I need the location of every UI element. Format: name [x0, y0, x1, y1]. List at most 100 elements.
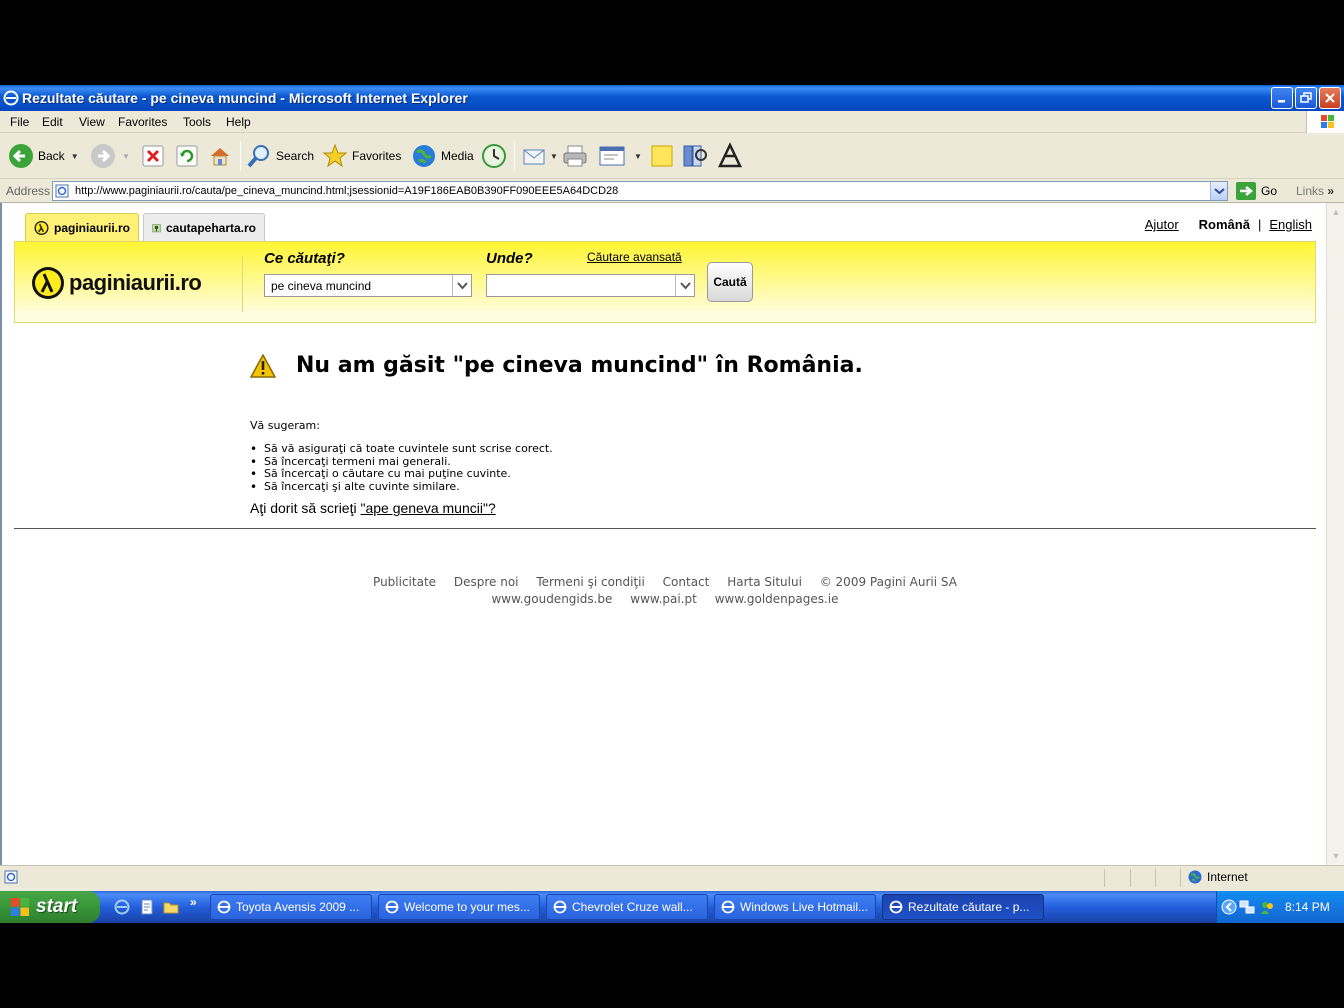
print-button[interactable]: [562, 141, 588, 171]
network-icon[interactable]: [1239, 899, 1255, 915]
logo-text: paginiaurii.ro: [69, 270, 202, 295]
where-dropdown[interactable]: [675, 275, 694, 296]
footer-link-harta[interactable]: Harta Sitului: [727, 575, 802, 589]
no-results-heading: Nu am găsit "pe cineva muncind" în Român…: [250, 353, 863, 378]
windows-logo: [1306, 111, 1344, 133]
yellow-pages-icon: [34, 220, 49, 236]
help-link[interactable]: Ajutor: [1145, 217, 1179, 232]
status-separator: [1104, 869, 1105, 887]
what-label: Ce căutaţi?: [264, 250, 345, 267]
windows-flag-icon: [11, 898, 29, 916]
what-value: pe cineva muncind: [271, 279, 372, 293]
forward-button[interactable]: ▼: [90, 141, 130, 171]
home-icon: [211, 148, 229, 166]
where-input[interactable]: [486, 274, 695, 297]
clock: 8:14 PM: [1285, 900, 1330, 914]
search-icon: [247, 145, 269, 168]
quicklaunch-more-icon[interactable]: »: [190, 895, 206, 911]
address-dropdown[interactable]: [1210, 182, 1227, 200]
footer-link-pai[interactable]: www.pai.pt: [630, 592, 697, 606]
stop-icon: [142, 145, 164, 167]
history-icon: [482, 144, 506, 168]
advanced-search-link[interactable]: Căutare avansată: [587, 250, 682, 264]
what-input[interactable]: pe cineva muncind: [264, 274, 472, 297]
menu-file[interactable]: File: [10, 115, 29, 129]
taskbar-item[interactable]: Chevrolet Cruze wall...: [546, 894, 708, 920]
notes-button[interactable]: [650, 141, 674, 171]
what-dropdown[interactable]: [452, 275, 471, 296]
toolbar: Back ▼ ▼ Search Favorites Media ▼ ▼: [0, 133, 1344, 179]
ie-icon: [3, 90, 19, 106]
walking-fingers-logo-icon: [32, 267, 64, 299]
links-toolbar[interactable]: Links »: [1296, 184, 1334, 198]
go-button[interactable]: Go: [1236, 182, 1277, 200]
taskbar-item[interactable]: Welcome to your mes...: [378, 894, 540, 920]
search-button[interactable]: Search: [246, 141, 314, 171]
footer-link-goudengids[interactable]: www.goudengids.be: [491, 592, 612, 606]
start-button[interactable]: start: [0, 891, 100, 923]
quicklaunch-folder-icon[interactable]: [163, 899, 179, 915]
tab-paginiaurii[interactable]: paginiaurii.ro: [25, 213, 139, 242]
edit-dropdown-icon[interactable]: ▼: [634, 152, 642, 161]
tab-cautapeharta[interactable]: cautapeharta.ro: [143, 213, 265, 242]
content-divider: [14, 528, 1316, 529]
vertical-scrollbar[interactable]: ▲ ▼: [1326, 203, 1344, 865]
site-logo[interactable]: paginiaurii.ro: [31, 266, 202, 300]
mail-button[interactable]: ▼: [522, 141, 558, 171]
language-english-link[interactable]: English: [1269, 217, 1312, 232]
messenger-button[interactable]: [716, 141, 744, 171]
scroll-up-icon[interactable]: ▲: [1329, 205, 1343, 219]
scroll-down-icon[interactable]: ▼: [1329, 849, 1343, 863]
media-button[interactable]: Media: [411, 141, 474, 171]
taskbar-item[interactable]: Toyota Avensis 2009 ...: [210, 894, 372, 920]
security-zone: Internet: [1188, 870, 1248, 884]
taskbar-item[interactable]: Windows Live Hotmail...: [714, 894, 876, 920]
search-panel: paginiaurii.ro Ce căutaţi? pe cineva mun…: [14, 241, 1316, 323]
toolbar-separator: [514, 141, 515, 171]
footer-link-termeni[interactable]: Termeni şi condiţii: [536, 575, 645, 589]
list-item: Să vă asiguraţi că toate cuvintele sunt …: [250, 442, 553, 456]
menu-edit[interactable]: Edit: [42, 115, 63, 129]
taskbar-item-label: Windows Live Hotmail...: [740, 900, 869, 914]
history-button[interactable]: [480, 141, 508, 171]
suggestions-list: Să vă asiguraţi că toate cuvintele sunt …: [250, 442, 553, 493]
address-input[interactable]: http://www.paginiaurii.ro/cauta/pe_cinev…: [52, 181, 1228, 201]
back-button[interactable]: Back ▼: [8, 141, 79, 171]
refresh-icon: [176, 145, 198, 167]
home-button[interactable]: [208, 141, 232, 171]
messenger-tray-icon[interactable]: [1259, 899, 1275, 915]
toolbar-separator: [240, 141, 241, 171]
internet-globe-icon: [1188, 870, 1202, 884]
ie-icon: [721, 900, 735, 914]
stop-button[interactable]: [142, 141, 164, 171]
footer-link-contact[interactable]: Contact: [663, 575, 710, 589]
favorites-button[interactable]: Favorites: [322, 141, 401, 171]
window-title-bar[interactable]: Rezultate căutare - pe cineva muncind - …: [0, 85, 1344, 111]
search-submit-button[interactable]: Caută: [707, 262, 753, 302]
tray-expand-icon[interactable]: [1221, 899, 1237, 915]
quicklaunch-notepad-icon[interactable]: [139, 899, 155, 915]
restore-button[interactable]: [1295, 87, 1317, 109]
footer-link-publicitate[interactable]: Publicitate: [373, 575, 436, 589]
close-button[interactable]: [1319, 87, 1341, 109]
quicklaunch-ie-icon[interactable]: [114, 899, 130, 915]
did-you-mean-link[interactable]: "ape geneva muncii"?: [360, 500, 495, 516]
footer-link-goldenpages[interactable]: www.goldenpages.ie: [715, 592, 839, 606]
forward-dropdown-icon[interactable]: ▼: [122, 152, 130, 161]
mail-dropdown-icon[interactable]: ▼: [550, 152, 558, 161]
taskbar-item-active[interactable]: Rezultate căutare - p...: [882, 894, 1044, 920]
did-you-mean-prefix: Aţi dorit să scrieţi: [250, 500, 361, 516]
menu-favorites[interactable]: Favorites: [118, 115, 167, 129]
back-dropdown-icon[interactable]: ▼: [71, 152, 79, 161]
menu-help[interactable]: Help: [226, 115, 251, 129]
footer-link-despre[interactable]: Despre noi: [454, 575, 519, 589]
research-button[interactable]: [682, 141, 708, 171]
refresh-button[interactable]: [176, 141, 198, 171]
taskbar-item-label: Rezultate căutare - p...: [908, 900, 1030, 914]
system-tray: 8:14 PM: [1216, 891, 1344, 923]
menu-view[interactable]: View: [79, 115, 105, 129]
menu-tools[interactable]: Tools: [183, 115, 211, 129]
mail-icon: [523, 149, 545, 165]
edit-button[interactable]: ▼: [598, 141, 642, 171]
minimize-button[interactable]: [1271, 87, 1293, 109]
